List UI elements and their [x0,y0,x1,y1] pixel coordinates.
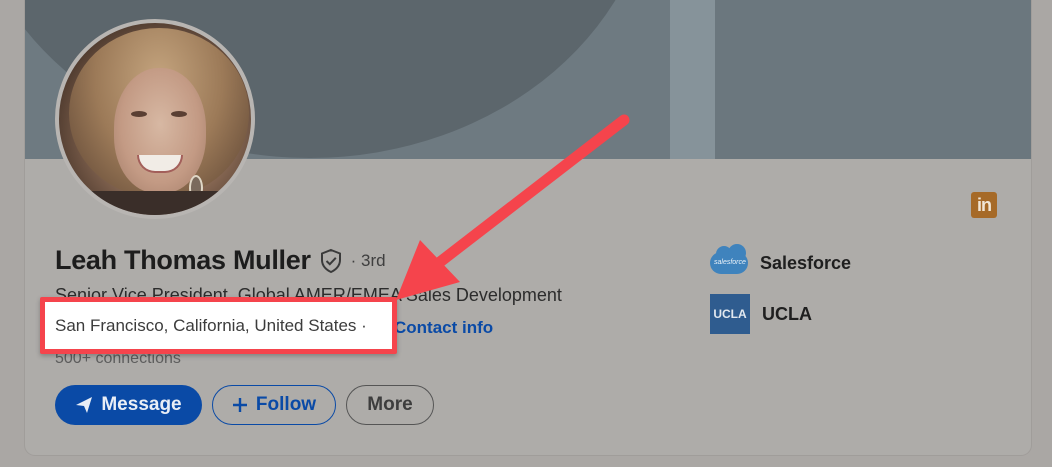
company-name: Salesforce [760,252,852,273]
company-name: UCLA [762,303,812,324]
more-button[interactable]: More [346,385,434,425]
follow-button[interactable]: Follow [212,385,336,425]
contact-info-link[interactable]: Contact info [394,318,493,338]
location-highlight-box: San Francisco, California, United States… [40,297,397,354]
message-label: Message [101,394,182,415]
connection-degree: · 3rd [350,250,386,270]
ucla-logo: UCLA [710,294,750,334]
linkedin-icon: in [971,192,997,218]
salesforce-logo: salesforce [710,244,748,278]
follow-label: Follow [255,394,317,415]
message-button[interactable]: Message [55,385,202,425]
send-icon [76,397,93,413]
profile-location: San Francisco, California, United States… [55,315,367,335]
verified-shield-icon[interactable] [319,248,343,274]
name-row: Leah Thomas Muller · 3rd [55,245,386,276]
profile-name: Leah Thomas Muller [55,245,311,275]
company-ucla[interactable]: UCLA UCLA [710,294,812,334]
profile-photo[interactable] [55,19,255,219]
more-label: More [367,394,413,415]
company-salesforce[interactable]: salesforce Salesforce [710,244,852,278]
plus-icon [232,398,247,412]
